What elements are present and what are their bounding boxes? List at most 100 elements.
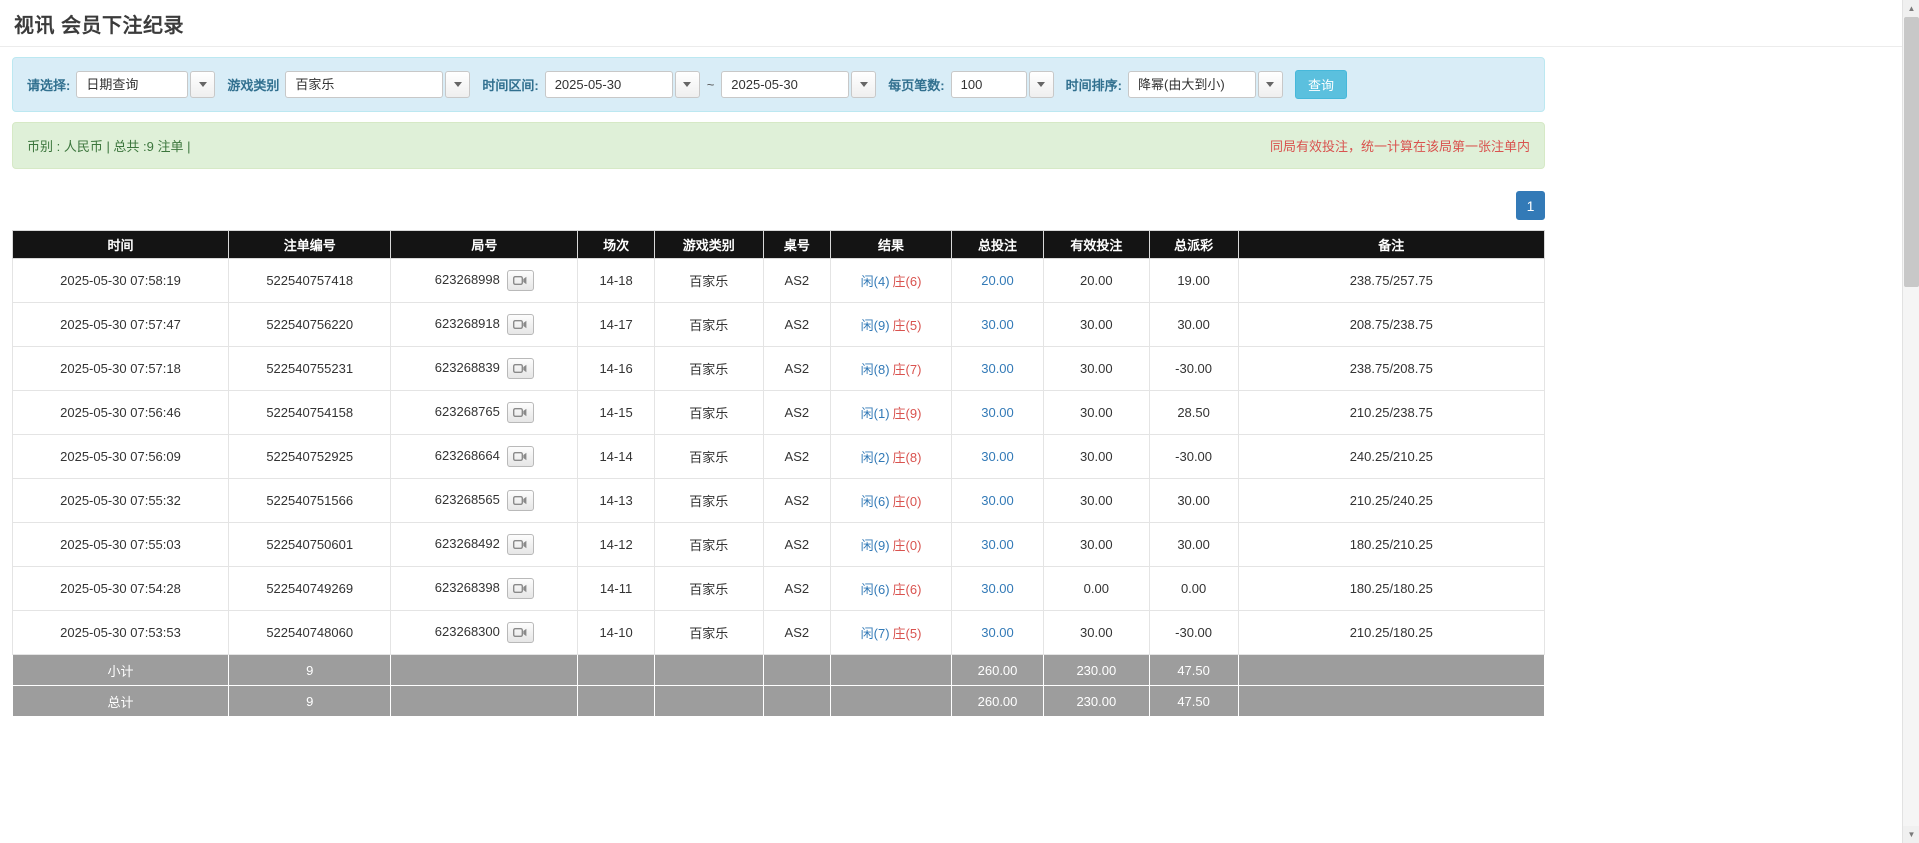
total-bet-link[interactable]: 30.00 <box>981 581 1014 596</box>
cell-valid-bet: 30.00 <box>1043 347 1149 391</box>
cell-session: 14-14 <box>578 435 655 479</box>
time-sort-value[interactable]: 降幂(由大到小) <box>1128 71 1256 98</box>
result-banker: 庄(6) <box>893 582 922 597</box>
scroll-up-icon[interactable]: ▲ <box>1903 0 1919 17</box>
result-banker: 庄(5) <box>893 318 922 333</box>
caret-icon <box>860 82 868 87</box>
cell-result: 闲(1)庄(9) <box>831 391 952 435</box>
chevron-down-icon[interactable] <box>190 71 215 98</box>
time-sort-select[interactable]: 降幂(由大到小) <box>1128 71 1283 98</box>
cell-payout: 28.50 <box>1149 391 1238 435</box>
cell-payout: -30.00 <box>1149 611 1238 655</box>
cell-time: 2025-05-30 07:55:03 <box>13 523 229 567</box>
cell-round-id: 623268398 <box>391 567 578 611</box>
table-row: 2025-05-30 07:54:28522540749269623268398… <box>13 567 1545 611</box>
round-detail-button[interactable] <box>507 534 534 555</box>
total-label: 总计 <box>13 686 229 717</box>
empty-cell <box>391 686 578 717</box>
game-type-select-value[interactable]: 百家乐 <box>285 71 443 98</box>
round-detail-button[interactable] <box>507 358 534 379</box>
date-from-select[interactable]: 2025-05-30 <box>545 71 700 98</box>
result-banker: 庄(0) <box>893 494 922 509</box>
cell-time: 2025-05-30 07:54:28 <box>13 567 229 611</box>
empty-cell <box>578 655 655 686</box>
chevron-down-icon[interactable] <box>1029 71 1054 98</box>
cell-result: 闲(8)庄(7) <box>831 347 952 391</box>
chevron-down-icon[interactable] <box>445 71 470 98</box>
cell-table-no: AS2 <box>763 347 830 391</box>
cell-bet-id: 522540755231 <box>229 347 391 391</box>
page-button-1[interactable]: 1 <box>1516 191 1545 220</box>
cell-game-type: 百家乐 <box>654 259 763 303</box>
round-detail-button[interactable] <box>507 314 534 335</box>
page-size-value[interactable]: 100 <box>951 71 1027 98</box>
cell-remark: 238.75/208.75 <box>1238 347 1544 391</box>
cell-result: 闲(4)庄(6) <box>831 259 952 303</box>
cell-table-no: AS2 <box>763 567 830 611</box>
cell-session: 14-15 <box>578 391 655 435</box>
total-bet-link[interactable]: 30.00 <box>981 361 1014 376</box>
total-bet-link[interactable]: 30.00 <box>981 493 1014 508</box>
cell-result: 闲(2)庄(8) <box>831 435 952 479</box>
round-detail-button[interactable] <box>507 578 534 599</box>
cell-time: 2025-05-30 07:58:19 <box>13 259 229 303</box>
game-type-select[interactable]: 百家乐 <box>285 71 470 98</box>
date-query-select-value[interactable]: 日期查询 <box>76 71 188 98</box>
date-from-value[interactable]: 2025-05-30 <box>545 71 673 98</box>
chevron-down-icon[interactable] <box>675 71 700 98</box>
date-query-select[interactable]: 日期查询 <box>76 71 215 98</box>
cell-remark: 180.25/180.25 <box>1238 567 1544 611</box>
column-header: 时间 <box>13 231 229 259</box>
search-button[interactable]: 查询 <box>1295 70 1347 99</box>
cell-total-bet: 30.00 <box>952 611 1044 655</box>
cell-valid-bet: 30.00 <box>1043 303 1149 347</box>
cell-total-bet: 30.00 <box>952 479 1044 523</box>
chevron-down-icon[interactable] <box>851 71 876 98</box>
scroll-down-icon[interactable]: ▼ <box>1903 826 1919 843</box>
cell-round-id: 623268839 <box>391 347 578 391</box>
vertical-scrollbar[interactable]: ▲ ▼ <box>1902 0 1919 843</box>
total-bet-link[interactable]: 30.00 <box>981 449 1014 464</box>
round-detail-button[interactable] <box>507 270 534 291</box>
page-header: 视讯 会员下注纪录 <box>0 0 1919 47</box>
cell-remark: 240.25/210.25 <box>1238 435 1544 479</box>
time-range-label: 时间区间: <box>482 75 538 94</box>
total-bet-link[interactable]: 30.00 <box>981 317 1014 332</box>
round-detail-button[interactable] <box>507 446 534 467</box>
table-head-row: 时间注单编号局号场次游戏类别桌号结果总投注有效投注总派彩备注 <box>13 231 1545 259</box>
result-player: 闲(6) <box>861 494 890 509</box>
total-bet-link[interactable]: 30.00 <box>981 405 1014 420</box>
cell-session: 14-13 <box>578 479 655 523</box>
round-detail-button[interactable] <box>507 402 534 423</box>
round-detail-button[interactable] <box>507 622 534 643</box>
subtotal-row: 小计 9 260.00 230.00 47.50 <box>13 655 1545 686</box>
cell-total-bet: 30.00 <box>952 391 1044 435</box>
game-record-icon <box>513 407 527 418</box>
game-record-icon <box>513 319 527 330</box>
cell-payout: -30.00 <box>1149 435 1238 479</box>
sort-label: 时间排序: <box>1066 75 1122 94</box>
total-bet-link[interactable]: 30.00 <box>981 537 1014 552</box>
date-to-select[interactable]: 2025-05-30 <box>721 71 876 98</box>
total-bet-link[interactable]: 30.00 <box>981 625 1014 640</box>
result-banker: 庄(9) <box>893 406 922 421</box>
cell-result: 闲(9)庄(0) <box>831 523 952 567</box>
cell-game-type: 百家乐 <box>654 479 763 523</box>
column-header: 结果 <box>831 231 952 259</box>
round-detail-button[interactable] <box>507 490 534 511</box>
total-bet-link[interactable]: 20.00 <box>981 273 1014 288</box>
chevron-down-icon[interactable] <box>1258 71 1283 98</box>
empty-cell <box>391 655 578 686</box>
game-record-icon <box>513 495 527 506</box>
page-size-select[interactable]: 100 <box>951 71 1054 98</box>
game-record-icon <box>513 275 527 286</box>
cell-game-type: 百家乐 <box>654 523 763 567</box>
cell-total-bet: 30.00 <box>952 435 1044 479</box>
date-to-value[interactable]: 2025-05-30 <box>721 71 849 98</box>
empty-cell <box>1238 655 1544 686</box>
result-banker: 庄(7) <box>893 362 922 377</box>
scrollbar-thumb[interactable] <box>1904 17 1919 287</box>
cell-result: 闲(6)庄(6) <box>831 567 952 611</box>
game-type-label: 游戏类别 <box>227 75 279 94</box>
cell-result: 闲(9)庄(5) <box>831 303 952 347</box>
